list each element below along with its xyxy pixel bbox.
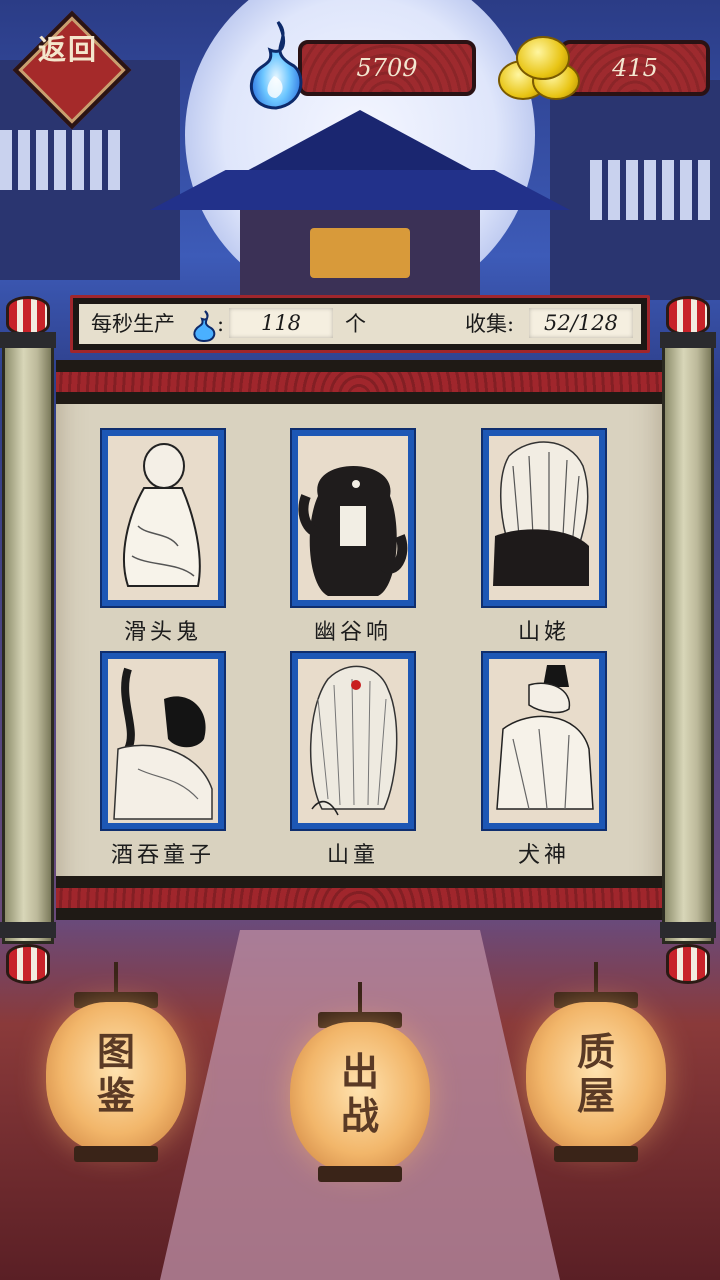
yokai-card-yamabiko[interactable] [290, 428, 416, 608]
per-second-label: 每秒生产 [91, 312, 175, 336]
gold-coins-icon [498, 34, 588, 104]
small-blue-flame-icon [193, 310, 216, 342]
back-button[interactable]: 返回 [12, 10, 132, 130]
card-name: 酒吞童子 [110, 843, 215, 868]
per-second-unit: 个 [345, 312, 366, 336]
soul-count: 5709 [356, 54, 418, 82]
lantern-button-battle[interactable]: 出 战 [290, 982, 430, 1182]
yokai-portrait [489, 659, 599, 823]
yokai-portrait [298, 659, 408, 823]
yokai-card-yamawaro[interactable] [290, 651, 416, 831]
per-second-value: 118 [229, 308, 333, 338]
card-name: 山童 [326, 843, 379, 868]
lantern-label: 质 屋 [576, 1029, 615, 1118]
yokai-card-yamauba[interactable] [481, 428, 607, 608]
collect-label: 收集: [465, 312, 515, 336]
per-second-colon: : [217, 312, 225, 336]
card-name: 山姥 [517, 620, 570, 645]
lantern-button-collection[interactable]: 图 鉴 [46, 962, 186, 1162]
card-name: 幽谷响 [313, 620, 392, 645]
back-button-label: 返回 [37, 33, 98, 66]
yokai-portrait [298, 436, 408, 600]
right-building [550, 80, 720, 300]
coin-count: 415 [612, 54, 658, 82]
scroll-top-band [56, 360, 662, 404]
info-bar: 每秒生产 : 118 个 收集: 52/128 [70, 295, 650, 353]
yokai-portrait [108, 659, 218, 823]
yokai-card-inugami[interactable] [481, 651, 607, 831]
soul-counter: 5709 [298, 40, 476, 96]
yokai-card-nurarihyon[interactable] [100, 428, 226, 608]
card-name: 滑头鬼 [123, 620, 202, 645]
lantern-label: 出 战 [340, 1049, 379, 1138]
back-button-frame [12, 10, 132, 130]
yokai-portrait [108, 436, 218, 600]
temple-building [150, 100, 570, 300]
yokai-portrait [489, 436, 599, 600]
yokai-card-shuten-doji[interactable] [100, 651, 226, 831]
collect-value: 52/128 [529, 308, 633, 338]
scroll-rod-left [0, 296, 56, 986]
card-name: 犬神 [517, 843, 570, 868]
scroll-rod-right [660, 296, 716, 986]
blue-flame-icon [249, 21, 303, 110]
lantern-label: 图 鉴 [96, 1029, 135, 1118]
lantern-button-pawnshop[interactable]: 质 屋 [526, 962, 666, 1162]
scroll-bottom-band [56, 876, 662, 920]
